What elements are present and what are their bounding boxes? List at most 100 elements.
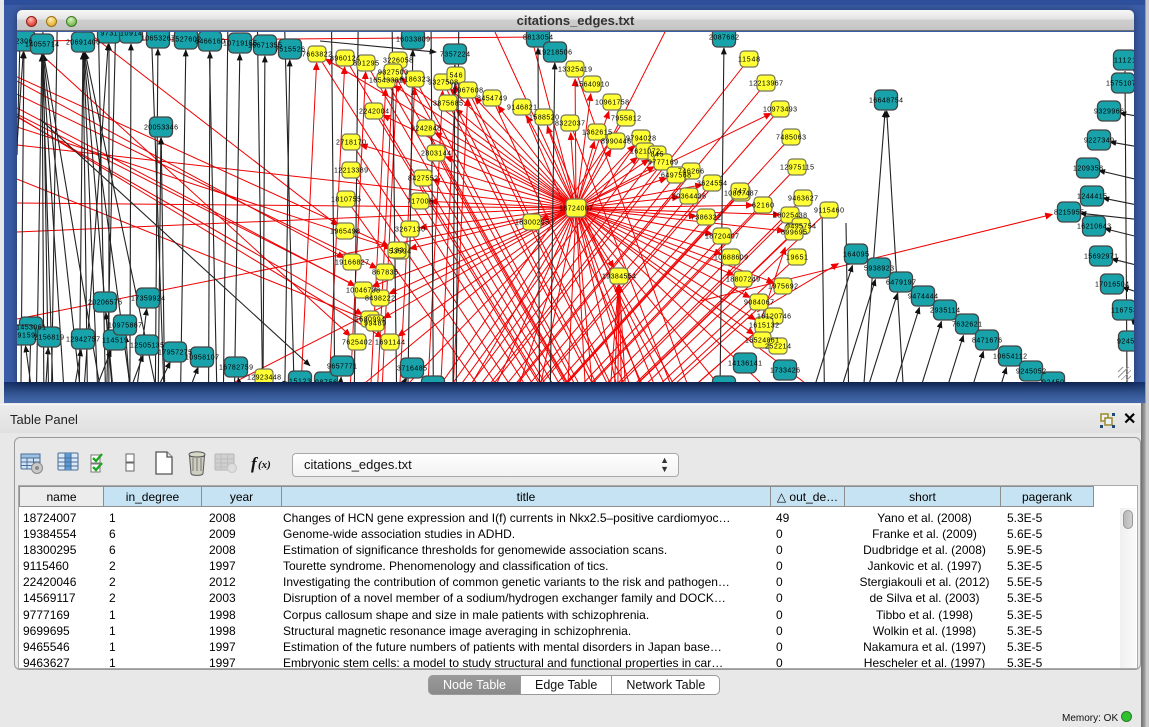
svg-text:18300295: 18300295	[515, 220, 549, 227]
svg-text:20691406: 20691406	[66, 40, 100, 47]
svg-text:16210643: 16210643	[1077, 224, 1111, 231]
svg-text:9227349: 9227349	[1084, 138, 1114, 145]
svg-text:8427552: 8427552	[408, 176, 438, 183]
svg-text:9242848: 9242848	[411, 126, 441, 133]
svg-text:1965498: 1965498	[330, 229, 360, 236]
svg-text:8471676: 8471676	[972, 338, 1002, 345]
svg-text:3875685: 3875685	[433, 101, 463, 108]
svg-text:845: 845	[651, 152, 664, 159]
svg-text:19166827: 19166827	[335, 260, 369, 267]
svg-text:133: 133	[391, 248, 404, 255]
svg-text:1244415: 1244415	[1077, 194, 1107, 201]
svg-text:11121: 11121	[1114, 58, 1134, 65]
svg-text:9657771: 9657771	[327, 364, 357, 371]
svg-text:12505135: 12505135	[130, 343, 164, 350]
svg-text:747: 747	[734, 189, 747, 196]
svg-text:9463627: 9463627	[788, 196, 818, 203]
svg-text:16543382: 16543382	[369, 78, 403, 85]
svg-text:19218506: 19218506	[538, 50, 572, 57]
svg-text:7663822: 7663822	[302, 52, 332, 59]
svg-text:10958107: 10958107	[185, 355, 219, 362]
svg-text:12213389: 12213389	[334, 168, 368, 175]
svg-text:7515526: 7515526	[275, 47, 305, 54]
svg-text:(x): (x)	[258, 459, 271, 471]
svg-text:1453061: 1453061	[17, 325, 46, 332]
svg-text:17016504: 17016504	[1095, 282, 1129, 289]
svg-text:5938923: 5938923	[864, 266, 894, 273]
svg-text:9794028: 9794028	[626, 136, 656, 143]
svg-text:1209358: 1209358	[1073, 166, 1103, 173]
svg-text:15751074: 15751074	[1106, 81, 1134, 88]
svg-text:9245052: 9245052	[1016, 369, 1046, 376]
svg-text:10973493: 10973493	[763, 107, 797, 114]
svg-text:7386322: 7386322	[691, 215, 721, 222]
svg-text:12942757: 12942757	[66, 337, 100, 344]
svg-text:11548: 11548	[738, 57, 760, 64]
svg-text:116753: 116753	[1111, 308, 1134, 315]
svg-text:12923448: 12923448	[247, 375, 281, 382]
svg-text:8498222: 8498222	[365, 296, 395, 303]
svg-text:252214: 252214	[765, 344, 791, 351]
svg-text:16033809: 16033809	[396, 37, 430, 44]
svg-text:9777169: 9777169	[648, 160, 678, 167]
svg-text:8813054: 8813054	[523, 35, 553, 42]
svg-text:9329966: 9329966	[1094, 109, 1124, 116]
svg-text:6466160: 6466160	[195, 39, 225, 46]
svg-text:3226058: 3226058	[383, 58, 413, 65]
svg-text:92450: 92450	[1042, 380, 1064, 383]
svg-text:9474444: 9474444	[908, 294, 938, 301]
svg-text:1975692: 1975692	[768, 284, 798, 291]
svg-text:9146821: 9146821	[507, 105, 537, 112]
svg-text:15123: 15123	[289, 379, 311, 383]
svg-text:8215955: 8215955	[1054, 210, 1084, 217]
svg-text:1691144: 1691144	[375, 340, 405, 347]
svg-text:14136141: 14136141	[728, 361, 762, 368]
svg-text:891295: 891295	[353, 61, 379, 68]
svg-text:98756: 98756	[315, 380, 337, 383]
svg-text:2803144: 2803144	[421, 151, 451, 158]
svg-text:9084067: 9084067	[744, 300, 774, 307]
svg-text:10961758: 10961758	[595, 100, 629, 107]
svg-text:3716485: 3716485	[397, 366, 427, 373]
svg-text:16120746: 16120746	[757, 314, 791, 321]
svg-text:546: 546	[450, 73, 463, 80]
svg-text:7632621: 7632621	[952, 322, 982, 329]
svg-text:867835: 867835	[372, 270, 398, 277]
svg-text:2087682: 2087682	[709, 35, 739, 42]
svg-text:1810755: 1810755	[331, 197, 361, 204]
svg-text:114519: 114519	[102, 338, 128, 345]
svg-text:7357224: 7357224	[440, 52, 470, 59]
svg-text:924505: 924505	[1117, 339, 1134, 346]
svg-text:1733426: 1733426	[770, 368, 800, 375]
svg-text:39159: 39159	[17, 333, 35, 340]
svg-text:2242004: 2242004	[359, 109, 389, 116]
svg-text:13325419: 13325419	[558, 67, 592, 74]
svg-text:2935114: 2935114	[930, 308, 960, 315]
svg-text:10653267: 10653267	[141, 36, 175, 43]
svg-text:8186323: 8186323	[400, 77, 430, 84]
svg-text:18807249: 18807249	[726, 277, 760, 284]
svg-text:12975115: 12975115	[780, 165, 814, 172]
svg-text:19651: 19651	[786, 255, 808, 262]
svg-text:18720407: 18720407	[705, 234, 739, 241]
svg-text:7955812: 7955812	[611, 116, 641, 123]
svg-text:3267130: 3267130	[395, 227, 425, 234]
svg-text:10025438: 10025438	[773, 213, 807, 220]
svg-text:10688609: 10688609	[714, 255, 748, 262]
svg-text:17359924: 17359924	[131, 296, 165, 303]
svg-text:15640910: 15640910	[575, 82, 609, 89]
svg-text:2967608: 2967608	[453, 88, 483, 95]
svg-text:15692971: 15692971	[1084, 254, 1118, 261]
svg-text:164095: 164095	[843, 252, 869, 259]
svg-text:20206576: 20206576	[88, 300, 122, 307]
svg-text:6479197: 6479197	[886, 280, 916, 287]
svg-text:717006: 717006	[407, 199, 433, 206]
svg-text:9731: 9731	[101, 32, 118, 38]
svg-text:7485063: 7485063	[776, 135, 806, 142]
svg-text:16782759: 16782759	[219, 365, 253, 372]
svg-text:62160: 62160	[752, 203, 774, 210]
svg-text:9327508: 9327508	[428, 80, 458, 87]
svg-text:14055714: 14055714	[25, 42, 59, 49]
svg-text:18724007: 18724007	[559, 206, 593, 213]
svg-text:8454749: 8454749	[477, 96, 507, 103]
